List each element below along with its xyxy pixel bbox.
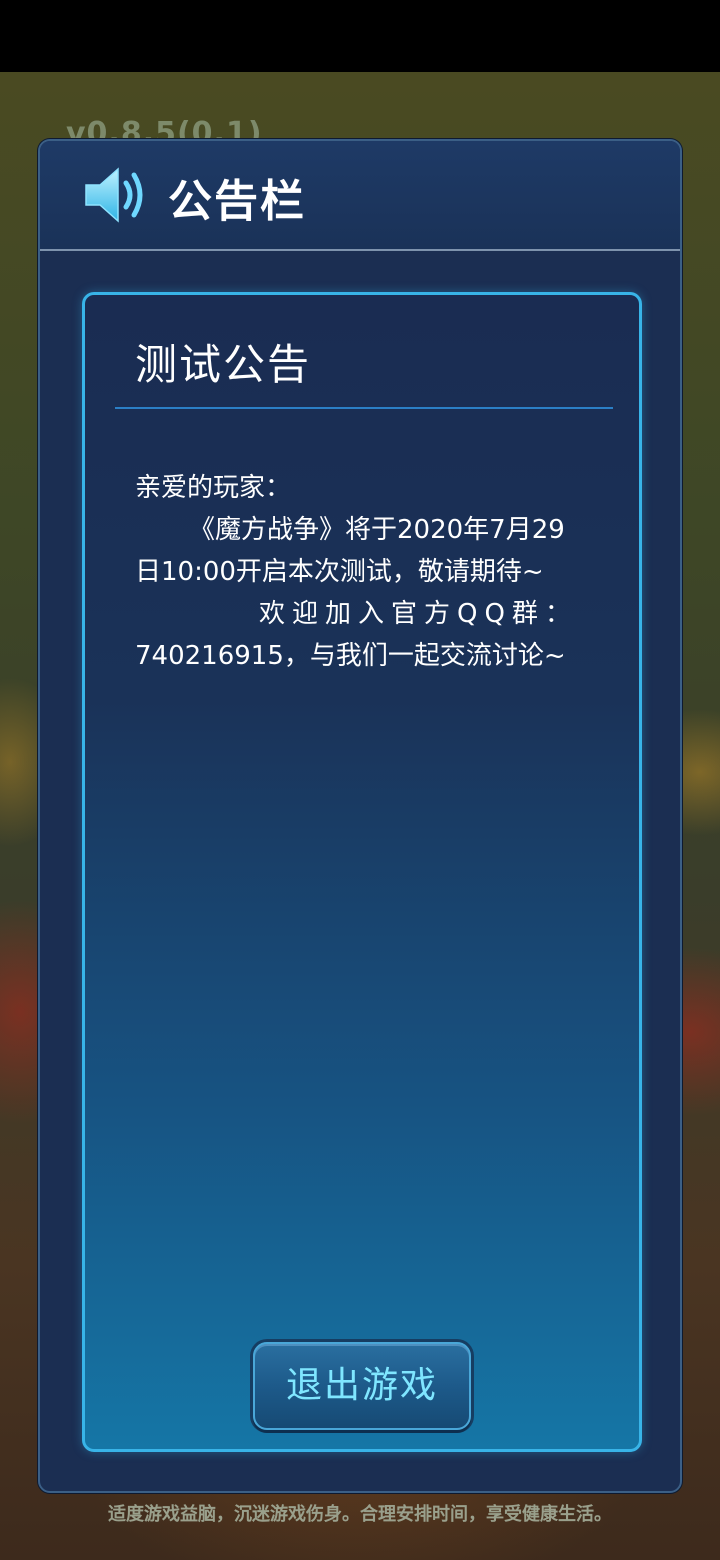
status-bar [0, 0, 720, 72]
notice-title: 测试公告 [135, 340, 312, 389]
notice-divider [115, 407, 613, 409]
notice-line: 《魔方战争》将于2020年7月29 [189, 515, 565, 545]
notice-body: 亲爱的玩家： 《魔方战争》将于2020年7月29 日10:00开启本次测试，敬请… [135, 467, 595, 677]
notice-line: 欢迎加入官方QQ群： [259, 599, 578, 629]
notice-line: 亲爱的玩家： [135, 473, 292, 503]
dialog-title: 公告栏 [168, 176, 306, 227]
exit-game-button[interactable]: 退出游戏 [253, 1342, 471, 1430]
health-notice: 适度游戏益脑，沉迷游戏伤身。合理安排时间，享受健康生活。 [108, 1504, 612, 1525]
speaker-icon [82, 163, 152, 227]
announcement-dialog: 公告栏 测试公告 亲爱的玩家： 《魔方战争》将于2020年7月29 日10:00… [38, 139, 682, 1493]
notice-panel[interactable]: 测试公告 亲爱的玩家： 《魔方战争》将于2020年7月29 日10:00开启本次… [82, 292, 642, 1452]
notice-line: 740216915，与我们一起交流讨论~ [135, 641, 566, 671]
notice-line: 日10:00开启本次测试，敬请期待~ [135, 557, 544, 587]
dialog-header: 公告栏 [40, 141, 680, 251]
